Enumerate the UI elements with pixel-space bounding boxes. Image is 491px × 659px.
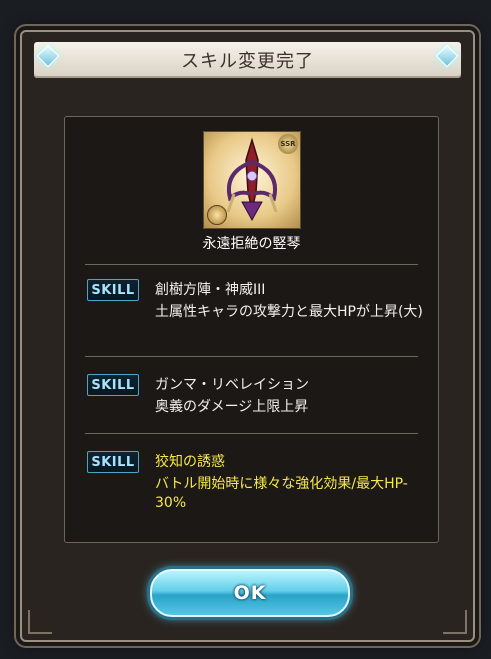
skill-row-3: SKILL 狡知の誘惑 バトル開始時に様々な強化効果/最大HP-30% bbox=[87, 449, 420, 517]
skill-name: 狡知の誘惑 bbox=[155, 454, 225, 470]
skill-name: ガンマ・リベレイション bbox=[155, 377, 309, 393]
skill-description: 奥義のダメージ上限上昇 bbox=[155, 399, 309, 415]
skill-name: 創樹方陣・神威III bbox=[155, 282, 266, 298]
ok-button[interactable]: OK bbox=[150, 569, 350, 617]
frame-corner-ornament bbox=[28, 610, 52, 634]
skill-row-1: SKILL 創樹方陣・神威III 土属性キャラの攻撃力と最大HPが上昇(大) bbox=[87, 277, 423, 345]
skill-tag: SKILL bbox=[87, 374, 139, 396]
skill-tag: SKILL bbox=[87, 279, 139, 301]
weapon-name: 永遠拒絶の竪琴 bbox=[202, 236, 301, 252]
frame-corner-ornament bbox=[443, 610, 467, 634]
dialog-title: スキル変更完了 bbox=[181, 51, 314, 72]
weapon-icon: SSR bbox=[203, 131, 301, 229]
skill-description: 土属性キャラの攻撃力と最大HPが上昇(大) bbox=[155, 304, 423, 320]
ok-button-label: OK bbox=[233, 582, 267, 604]
divider bbox=[85, 433, 418, 434]
skill-change-dialog: スキル変更完了 SSR 永遠拒絶の竪琴 SKILL 創樹方陣・神威III 土属性… bbox=[20, 30, 475, 642]
divider bbox=[85, 264, 418, 265]
skill-tag: SKILL bbox=[87, 451, 139, 473]
dialog-title-bar: スキル変更完了 bbox=[34, 42, 461, 78]
earth-element-icon bbox=[207, 205, 227, 225]
rarity-badge: SSR bbox=[278, 134, 298, 154]
skill-description: バトル開始時に様々な強化効果/最大HP-30% bbox=[155, 476, 408, 511]
divider bbox=[85, 356, 418, 357]
skill-row-2: SKILL ガンマ・リベレイション 奥義のダメージ上限上昇 bbox=[87, 372, 420, 422]
dialog-content: SSR 永遠拒絶の竪琴 SKILL 創樹方陣・神威III 土属性キャラの攻撃力と… bbox=[64, 116, 439, 543]
